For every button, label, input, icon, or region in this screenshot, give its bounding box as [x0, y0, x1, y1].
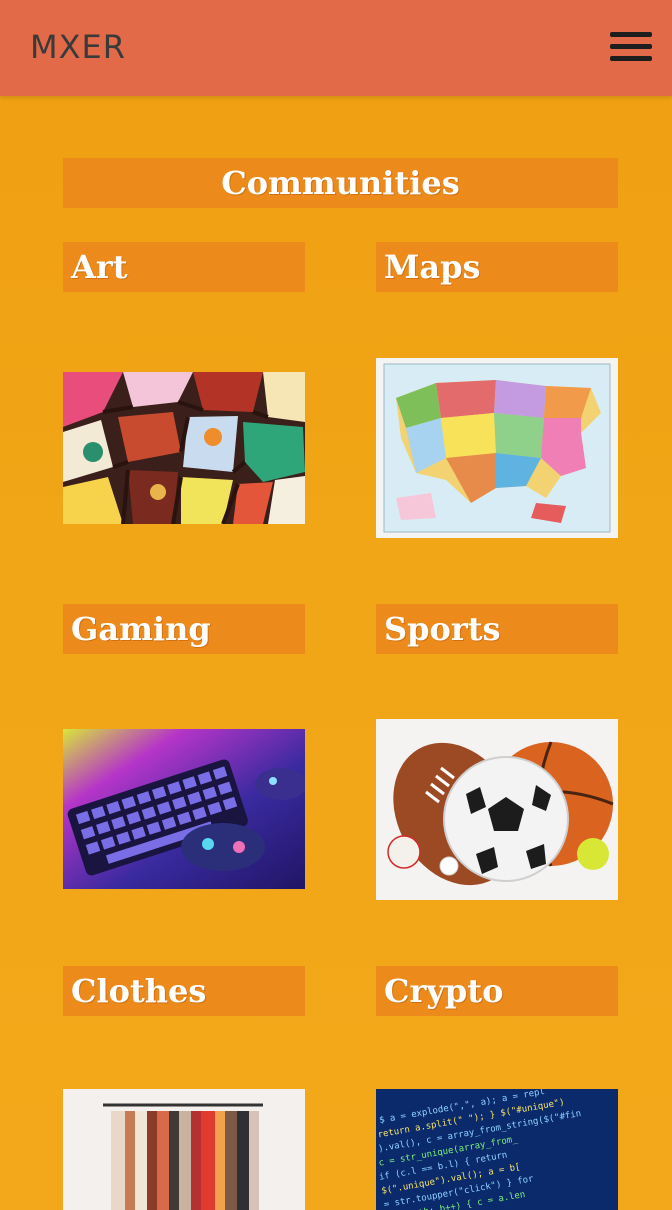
art-community-image[interactable]	[63, 372, 305, 524]
community-label-sports[interactable]: Sports	[376, 604, 618, 654]
crypto-community-image[interactable]: $ a = explode(",", a); a = repl return a…	[376, 1089, 618, 1210]
top-navbar: MXER	[0, 0, 672, 96]
sports-community-image[interactable]	[376, 719, 618, 900]
community-label-art[interactable]: Art	[63, 242, 305, 292]
community-label-maps[interactable]: Maps	[376, 242, 618, 292]
clothes-community-image[interactable]	[63, 1089, 305, 1210]
community-label-crypto[interactable]: Crypto	[376, 966, 618, 1016]
gaming-community-image[interactable]	[63, 729, 305, 889]
menu-line	[610, 32, 652, 37]
community-label-clothes[interactable]: Clothes	[63, 966, 305, 1016]
menu-line	[610, 56, 652, 61]
hamburger-menu-icon[interactable]	[610, 30, 652, 62]
page-title: Communities	[63, 158, 618, 208]
community-label-gaming[interactable]: Gaming	[63, 604, 305, 654]
menu-line	[610, 44, 652, 49]
maps-community-image[interactable]	[376, 358, 618, 538]
brand-logo[interactable]: MXER	[30, 28, 126, 66]
